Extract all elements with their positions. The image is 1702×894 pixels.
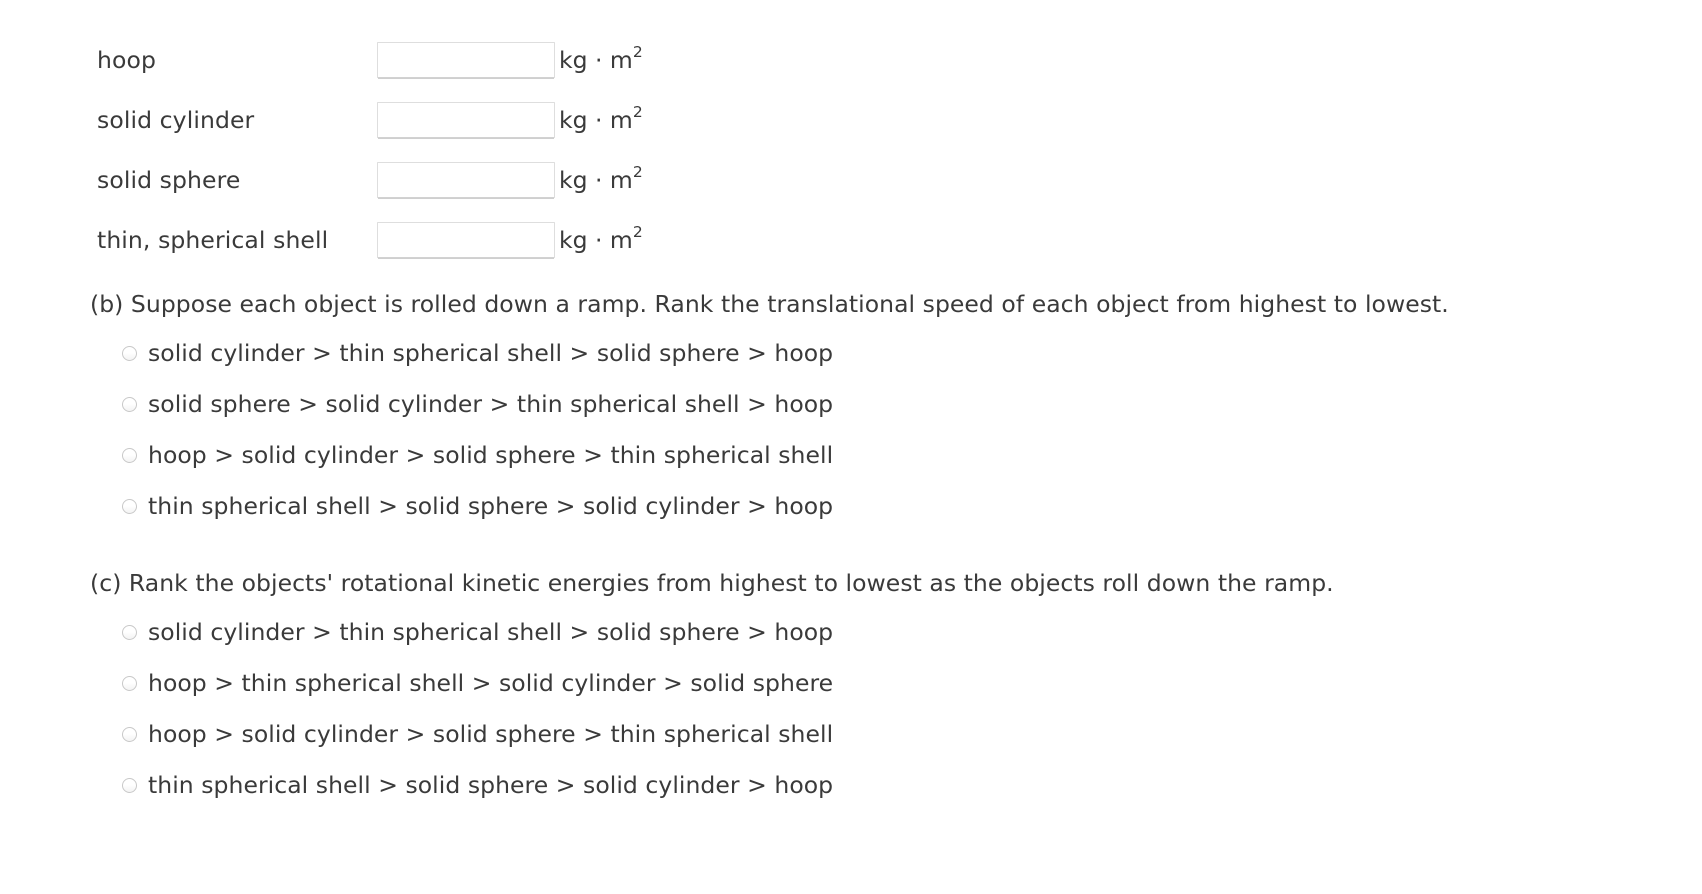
answer-cell-solid-cylinder — [377, 90, 559, 150]
option-c-3-label: hoop > solid cylinder > solid sphere > t… — [148, 719, 834, 748]
radio-button-icon[interactable] — [122, 777, 137, 793]
units-thin-spherical-shell: kg · m2 — [559, 210, 643, 270]
moment-of-inertia-table: hoop kg · m2 solid cylinder kg · m2 soli… — [97, 30, 643, 270]
radio-button-icon[interactable] — [122, 726, 137, 742]
units-base-text: kg · m — [559, 226, 633, 254]
option-b-3[interactable]: hoop > solid cylinder > solid sphere > t… — [122, 429, 833, 480]
table-row: solid sphere kg · m2 — [97, 150, 643, 210]
row-label-hoop: hoop — [97, 46, 156, 74]
option-b-3-label: hoop > solid cylinder > solid sphere > t… — [148, 440, 834, 469]
units-exponent-text: 2 — [632, 43, 643, 62]
units-solid-sphere: kg · m2 — [559, 150, 643, 210]
radio-button-icon[interactable] — [122, 624, 137, 640]
option-c-1-label: solid cylinder > thin spherical shell > … — [148, 617, 834, 646]
option-c-2[interactable]: hoop > thin spherical shell > solid cyli… — [122, 657, 833, 708]
option-c-1[interactable]: solid cylinder > thin spherical shell > … — [122, 606, 833, 657]
option-b-2-label: solid sphere > solid cylinder > thin sph… — [148, 389, 834, 418]
question-b-options: solid cylinder > thin spherical shell > … — [122, 327, 833, 531]
units-base-text: kg · m — [559, 46, 633, 74]
answer-cell-solid-sphere — [377, 150, 559, 210]
option-b-4[interactable]: thin spherical shell > solid sphere > so… — [122, 480, 833, 531]
row-label-thin-spherical-shell: thin, spherical shell — [97, 226, 329, 254]
units-exponent-text: 2 — [632, 163, 643, 182]
radio-button-icon[interactable] — [122, 675, 137, 691]
radio-button-icon[interactable] — [122, 396, 137, 412]
moment-of-inertia-input-solid-cylinder[interactable] — [377, 102, 555, 138]
units-solid-cylinder: kg · m2 — [559, 90, 643, 150]
option-c-4-label: thin spherical shell > solid sphere > so… — [148, 770, 834, 799]
answer-cell-thin-spherical-shell — [377, 210, 559, 270]
option-c-2-label: hoop > thin spherical shell > solid cyli… — [148, 668, 834, 697]
option-b-2[interactable]: solid sphere > solid cylinder > thin sph… — [122, 378, 833, 429]
table-row: thin, spherical shell kg · m2 — [97, 210, 643, 270]
table-row: hoop kg · m2 — [97, 30, 643, 90]
radio-button-icon[interactable] — [122, 345, 137, 361]
worksheet-page: hoop kg · m2 solid cylinder kg · m2 soli… — [0, 0, 1702, 894]
moment-of-inertia-input-solid-sphere[interactable] — [377, 162, 555, 198]
row-label-solid-cylinder: solid cylinder — [97, 106, 255, 134]
answer-cell-hoop — [377, 30, 559, 90]
row-label-solid-sphere: solid sphere — [97, 166, 241, 194]
units-base-text: kg · m — [559, 106, 633, 134]
radio-button-icon[interactable] — [122, 447, 137, 463]
question-b-prompt: (b) Suppose each object is rolled down a… — [90, 290, 1449, 318]
moment-of-inertia-input-hoop[interactable] — [377, 42, 555, 78]
option-b-4-label: thin spherical shell > solid sphere > so… — [148, 491, 834, 520]
units-exponent-text: 2 — [632, 223, 643, 242]
moment-of-inertia-input-thin-spherical-shell[interactable] — [377, 222, 555, 258]
units-base-text: kg · m — [559, 166, 633, 194]
question-c-options: solid cylinder > thin spherical shell > … — [122, 606, 833, 810]
radio-button-icon[interactable] — [122, 498, 137, 514]
table-row: solid cylinder kg · m2 — [97, 90, 643, 150]
option-c-4[interactable]: thin spherical shell > solid sphere > so… — [122, 759, 833, 810]
units-hoop: kg · m2 — [559, 30, 643, 90]
units-exponent-text: 2 — [632, 103, 643, 122]
question-c-prompt: (c) Rank the objects' rotational kinetic… — [90, 569, 1334, 597]
option-b-1[interactable]: solid cylinder > thin spherical shell > … — [122, 327, 833, 378]
option-c-3[interactable]: hoop > solid cylinder > solid sphere > t… — [122, 708, 833, 759]
option-b-1-label: solid cylinder > thin spherical shell > … — [148, 338, 834, 367]
